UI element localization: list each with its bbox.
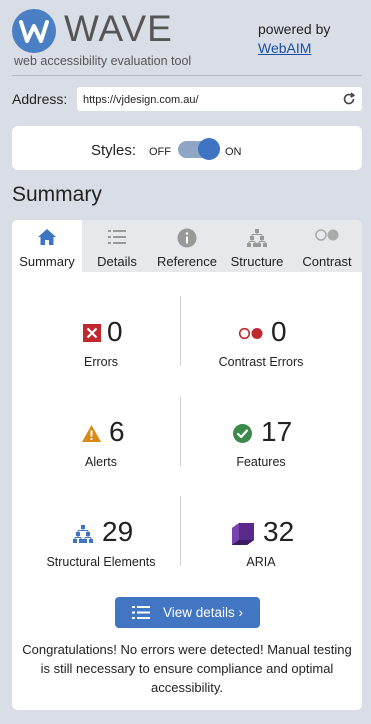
styles-card: Styles: OFF ON [12,126,362,170]
tab-label: Structure [230,254,284,269]
info-icon [177,228,197,248]
contrast-errors-count: 0 [271,316,287,347]
feature-check-icon [233,424,252,443]
address-field[interactable] [77,87,362,111]
toggle-knob [198,138,220,160]
styles-toggle[interactable] [178,138,220,160]
address-row: Address: [12,87,362,111]
tab-label: Summary [19,254,75,269]
header-divider [12,75,362,76]
errors-label: Errors [83,355,119,369]
styles-off-label: OFF [149,146,171,158]
tab-summary[interactable]: Summary [12,220,82,272]
view-details-button[interactable]: View details › [115,597,260,628]
alerts-label: Alerts [85,455,117,469]
address-label: Address: [12,91,68,107]
home-icon [38,229,56,245]
tab-reference[interactable]: Reference [152,220,222,272]
styles-on-label: ON [225,146,242,158]
header: WAVE web accessibility evaluation tool p… [0,0,371,76]
webaim-link[interactable]: WebAIM [258,40,311,56]
reload-icon[interactable] [342,92,356,106]
features-count: 17 [261,416,293,447]
summary-heading: Summary [12,183,102,206]
powered-by-text: powered by [258,21,331,37]
congratulations-message: Congratulations! No errors were detected… [22,642,352,695]
aria-count: 32 [263,516,295,547]
aria-icon [232,523,254,545]
structural-label: Structural Elements [46,555,156,569]
tab-bar: Summary Details Reference Structure Cont… [12,220,362,272]
tab-contrast[interactable]: Contrast [292,220,362,272]
address-input[interactable] [83,92,333,107]
contrast-icon [315,229,339,241]
logo-text: WAVE [64,8,173,49]
tab-label: Details [97,254,137,269]
styles-label: Styles: [91,142,137,159]
view-details-label: View details › [163,605,244,620]
tab-details[interactable]: Details [82,220,152,272]
alert-icon [82,425,101,442]
tab-label: Reference [157,254,217,269]
error-icon [83,324,101,342]
list-icon [108,230,126,244]
tagline: web accessibility evaluation tool [14,54,192,68]
alerts-count: 6 [109,416,125,447]
aria-label: ARIA [246,555,276,569]
wave-logo-icon [12,9,56,53]
features-label: Features [236,455,286,469]
list-icon [132,606,150,619]
errors-count: 0 [107,316,123,347]
tab-label: Contrast [302,254,352,269]
tab-structure[interactable]: Structure [222,220,292,272]
structure-icon [73,525,93,543]
summary-panel: Summary Details Reference Structure Cont… [12,220,362,710]
contrast-error-icon [238,327,263,340]
contrast-errors-label: Contrast Errors [218,355,304,369]
structural-count: 29 [102,516,134,547]
hierarchy-icon [247,229,267,247]
